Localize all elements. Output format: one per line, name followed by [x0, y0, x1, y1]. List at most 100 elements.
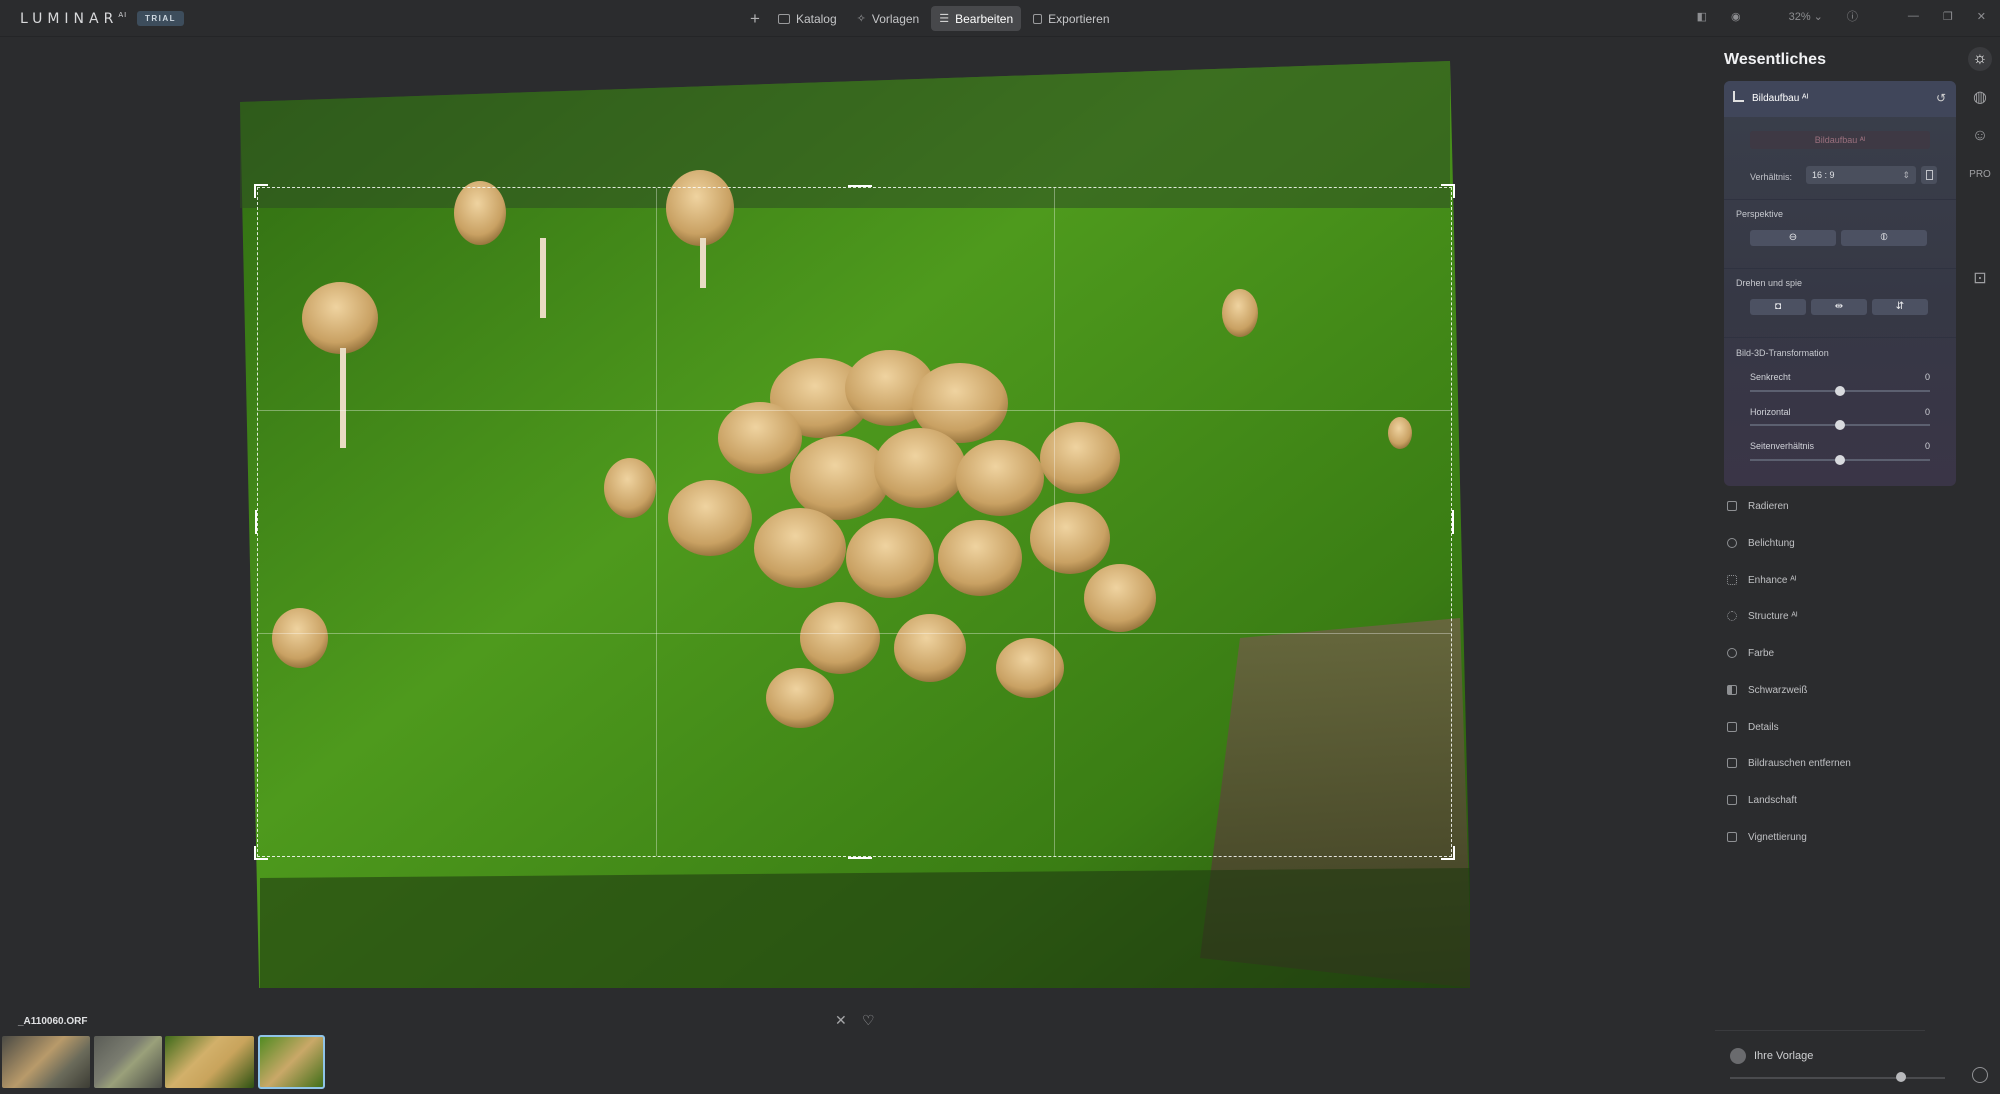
preset-amount-knob[interactable] [1896, 1072, 1906, 1082]
tool-category-rail: ☼ ◍ ☺ PRO ⊡ [1960, 38, 2000, 1094]
filmstrip-thumbnail[interactable] [165, 1036, 254, 1088]
flip-horizontal-button[interactable]: ⇹ [1811, 299, 1867, 315]
export-icon [1033, 13, 1043, 24]
restore-icon[interactable]: ❐ [1943, 10, 1953, 23]
tool-structure[interactable]: Structure ᴬᴵ [1727, 607, 1798, 625]
current-filename: _A110060.ORF [18, 1016, 88, 1027]
chevron-updown-icon: ⇕ [1902, 170, 1910, 180]
portrait-face-icon[interactable]: ☺ [1968, 124, 1992, 148]
preset-row[interactable]: Ihre Vorlage [1730, 1048, 1813, 1064]
nav-katalog[interactable]: Katalog [770, 6, 845, 31]
tool-radieren[interactable]: Radieren [1727, 497, 1789, 515]
crop-grid-h2 [258, 633, 1451, 634]
perspective-label: Perspektive [1736, 209, 1784, 219]
palette-icon [1727, 648, 1737, 658]
tool-vignettierung[interactable]: Vignettierung [1727, 828, 1807, 846]
perspective-vertical-button[interactable]: ⦶ [1841, 230, 1927, 246]
sparkle-icon [1727, 575, 1737, 585]
crop-handle-top-right[interactable] [1441, 184, 1455, 198]
filmstrip-thumbnail-active[interactable] [258, 1035, 325, 1089]
add-photos-icon[interactable]: + [750, 9, 760, 29]
top-bar: LUMINARAI TRIAL + Katalog ✧ Vorlagen ☰ Bea… [0, 0, 2000, 37]
ai-crop-button[interactable]: Bildaufbau ᴬᴵ [1750, 131, 1930, 149]
filmstrip-thumbnail[interactable] [94, 1036, 162, 1088]
tool-belichtung[interactable]: Belichtung [1727, 534, 1795, 552]
sliders-icon: ☰ [939, 13, 950, 25]
crop-icon [1733, 91, 1744, 102]
reset-icon[interactable]: ↺ [1936, 91, 1946, 105]
creative-palette-icon[interactable]: ◍ [1968, 85, 1992, 109]
help-icon[interactable]: ⓘ [1847, 8, 1858, 24]
slider-seitenverhaeltnis[interactable] [1750, 455, 1930, 465]
sparkle-icon: ✧ [856, 13, 866, 25]
tool-farbe[interactable]: Farbe [1727, 644, 1774, 662]
crop-handle-bottom-right[interactable] [1441, 846, 1455, 860]
folder-icon [777, 13, 790, 24]
slider-knob[interactable] [1835, 455, 1845, 465]
tool-landschaft[interactable]: Landschaft [1727, 791, 1797, 809]
ratio-select[interactable]: 16 : 9 ⇕ [1806, 166, 1916, 184]
slider-value-horizontal: 0 [1924, 407, 1930, 417]
orientation-toggle[interactable] [1921, 166, 1937, 184]
trial-badge: TRIAL [137, 11, 185, 26]
pro-tools-label[interactable]: PRO [1968, 162, 1992, 186]
nav-bearbeiten[interactable]: ☰ Bearbeiten [931, 6, 1022, 31]
sun-icon [1727, 538, 1737, 548]
slider-label-senkrecht: Senkrecht [1750, 372, 1791, 382]
main-navigation: + Katalog ✧ Vorlagen ☰ Bearbeiten Exportie… [750, 5, 1122, 32]
panel-title: Wesentliches [1724, 51, 1826, 68]
perspective-horizontal-button[interactable]: ⊖ [1750, 230, 1836, 246]
canvas-icon[interactable]: ⊡ [1968, 266, 1992, 290]
zoom-select[interactable]: 32% ⌄ [1765, 10, 1823, 23]
app-logo: LUMINARAI [20, 11, 128, 27]
ratio-label: Verhältnis: [1750, 172, 1793, 182]
crop-handle-bottom-left[interactable] [254, 846, 268, 860]
crop-handle-top-left[interactable] [254, 184, 268, 198]
close-window-icon[interactable]: ✕ [1977, 10, 1986, 23]
vignette-icon [1727, 832, 1737, 842]
divider [1724, 199, 1956, 200]
bw-icon [1727, 685, 1737, 695]
tool-schwarzweiss[interactable]: Schwarzweiß [1727, 681, 1807, 699]
divider [1724, 337, 1956, 338]
tool-bildrauschen[interactable]: Bildrauschen entfernen [1727, 754, 1851, 772]
preset-avatar [1730, 1048, 1746, 1064]
compare-icon[interactable]: ◧ [1697, 10, 1707, 23]
crop-frame[interactable] [254, 184, 1455, 860]
crop-tool-card: Bildaufbau ᴬᴵ ↺ Bildaufbau ᴬᴵ Verhältnis… [1724, 81, 1956, 486]
image-canvas[interactable] [0, 38, 1715, 1023]
rotate-button[interactable]: ◘ [1750, 299, 1806, 315]
tool-enhance[interactable]: Enhance ᴬᴵ [1727, 571, 1796, 589]
slider-knob[interactable] [1835, 386, 1845, 396]
crop-tool-header[interactable]: Bildaufbau ᴬᴵ ↺ [1724, 81, 1956, 117]
essentials-sun-icon[interactable]: ☼ [1968, 47, 1992, 71]
flip-vertical-button[interactable]: ⇵ [1872, 299, 1928, 315]
crop-handle-left[interactable] [255, 510, 259, 534]
transform-label: Bild-3D-Transformation [1736, 348, 1829, 358]
minimize-icon[interactable]: — [1908, 10, 1919, 22]
preset-amount-slider[interactable] [1730, 1077, 1945, 1079]
favorite-heart-icon[interactable]: ♡ [862, 1012, 875, 1029]
landscape-icon [1727, 795, 1737, 805]
crop-handle-top[interactable] [848, 185, 872, 189]
denoise-icon [1727, 758, 1737, 768]
tool-details[interactable]: Details [1727, 718, 1779, 736]
luminar-app: LUMINARAI TRIAL + Katalog ✧ Vorlagen ☰ Bea… [0, 0, 2000, 1094]
details-icon [1727, 722, 1737, 732]
filmstrip-thumbnail[interactable] [2, 1036, 90, 1088]
divider [1715, 1030, 1925, 1031]
rotate-flip-label: Drehen und spie [1736, 278, 1803, 288]
reject-icon[interactable]: ✕ [835, 1012, 847, 1029]
slider-horizontal[interactable] [1750, 420, 1930, 430]
slider-knob[interactable] [1835, 420, 1845, 430]
slider-senkrecht[interactable] [1750, 386, 1930, 396]
crop-handle-bottom[interactable] [848, 855, 872, 859]
crop-handle-right[interactable] [1450, 510, 1454, 534]
nav-vorlagen[interactable]: ✧ Vorlagen [849, 6, 928, 31]
slider-value-seitenverhaeltnis: 0 [1924, 441, 1930, 451]
structure-icon [1727, 611, 1737, 621]
eye-icon[interactable]: ◉ [1731, 10, 1741, 23]
crop-grid-h1 [258, 410, 1451, 411]
nav-exportieren[interactable]: Exportieren [1025, 6, 1117, 31]
slider-label-horizontal: Horizontal [1750, 407, 1791, 417]
